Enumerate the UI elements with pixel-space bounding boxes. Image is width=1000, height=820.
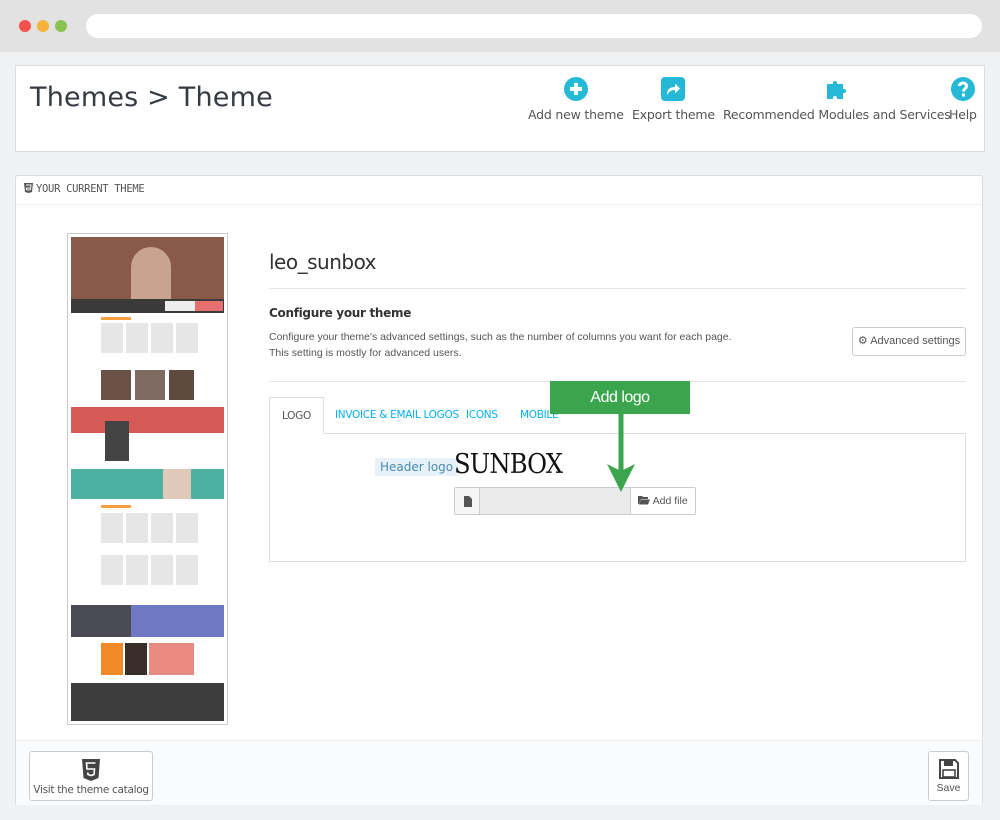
visit-theme-catalog-label: Visit the theme catalog <box>33 784 149 796</box>
maximize-window-dot[interactable] <box>55 20 67 32</box>
html5-icon <box>82 759 100 781</box>
preview-heading <box>101 505 131 508</box>
preview-tile <box>125 643 147 675</box>
help-icon <box>950 77 975 101</box>
visit-theme-catalog-button[interactable]: Visit the theme catalog <box>29 751 153 801</box>
preview-promo-banner <box>131 605 224 637</box>
preview-product <box>176 513 198 543</box>
preview-product <box>151 555 173 585</box>
header-logo-label: Header logo <box>375 458 459 476</box>
preview-heading <box>101 317 131 320</box>
file-upload-group: Add file <box>454 487 696 515</box>
help-label: Help <box>949 107 977 122</box>
advanced-settings-button[interactable]: ⚙ Advanced settings <box>852 327 966 356</box>
panel-heading: YOUR CURRENT THEME <box>24 183 145 195</box>
recommended-modules-label: Recommended Modules and Services <box>723 107 951 122</box>
configure-description: Configure your theme's advanced settings… <box>269 331 732 359</box>
theme-preview-mockup <box>71 237 224 721</box>
panel-footer: Visit the theme catalog Save <box>16 740 982 805</box>
floppy-disk-icon <box>938 759 959 779</box>
recommended-modules-button[interactable]: Recommended Modules and Services <box>723 76 951 122</box>
preview-teal-banner <box>71 469 224 499</box>
share-icon <box>661 77 686 101</box>
minimize-window-dot[interactable] <box>37 20 49 32</box>
preview-red-banner <box>71 407 224 433</box>
preview-banner-item <box>195 301 223 311</box>
preview-product <box>101 323 123 353</box>
save-button[interactable]: Save <box>928 751 969 801</box>
preview-photo <box>135 370 165 400</box>
tab-invoice-email-logos[interactable]: INVOICE & EMAIL LOGOS <box>335 397 459 434</box>
panel-title: YOUR CURRENT THEME <box>36 183 145 195</box>
plus-circle-icon <box>563 77 588 101</box>
preview-tile <box>101 643 123 675</box>
preview-product <box>126 513 148 543</box>
help-button[interactable]: Help <box>949 76 977 122</box>
preview-product <box>151 513 173 543</box>
save-label: Save <box>936 782 961 794</box>
gear-icon: ⚙ <box>857 335 868 347</box>
preview-tile <box>149 643 194 675</box>
folder-open-icon <box>638 495 652 507</box>
tab-logo[interactable]: LOGO <box>269 397 324 434</box>
preview-hero-face <box>131 247 171 299</box>
add-new-theme-button[interactable]: Add new theme <box>528 76 624 122</box>
theme-preview-image <box>67 233 228 725</box>
preview-product <box>126 555 148 585</box>
export-theme-button[interactable]: Export theme <box>632 76 715 122</box>
tab-icons[interactable]: ICONS <box>466 397 498 434</box>
advanced-settings-label: Advanced settings <box>870 335 961 347</box>
preview-photo <box>169 370 194 400</box>
current-theme-panel: YOUR CURRENT THEME leo_sunbox Configure … <box>15 175 983 805</box>
add-file-button[interactable]: Add file <box>630 488 695 514</box>
breadcrumb: Themes > Theme <box>30 82 273 113</box>
add-file-label: Add file <box>652 495 688 507</box>
add-logo-callout: Add logo <box>550 381 690 414</box>
preview-product <box>101 513 123 543</box>
callout-arrow-icon <box>607 414 635 492</box>
preview-product <box>176 323 198 353</box>
add-new-theme-label: Add new theme <box>528 107 624 122</box>
theme-name: leo_sunbox <box>269 250 377 274</box>
panel-divider <box>16 204 982 205</box>
divider <box>269 288 966 289</box>
close-window-dot[interactable] <box>19 20 31 32</box>
configure-title: Configure your theme <box>269 306 412 320</box>
preview-product <box>126 323 148 353</box>
preview-model <box>105 421 129 461</box>
file-icon <box>455 488 480 514</box>
export-theme-label: Export theme <box>632 107 715 122</box>
preview-banner-item <box>165 301 195 311</box>
header-logo-image: SUNBOX <box>454 449 563 480</box>
puzzle-icon <box>826 81 846 99</box>
preview-promo-photo <box>71 605 131 637</box>
preview-photo <box>101 370 131 400</box>
page-header: Themes > Theme Add new theme Export them… <box>15 65 985 152</box>
preview-product <box>101 555 123 585</box>
preview-footer <box>71 683 224 721</box>
address-bar[interactable] <box>86 14 982 38</box>
html5-icon <box>24 183 33 193</box>
preview-teal-model <box>163 469 191 499</box>
preview-product <box>176 555 198 585</box>
browser-chrome <box>0 0 1000 52</box>
admin-page: Themes > Theme Add new theme Export them… <box>0 52 1000 820</box>
preview-product <box>151 323 173 353</box>
